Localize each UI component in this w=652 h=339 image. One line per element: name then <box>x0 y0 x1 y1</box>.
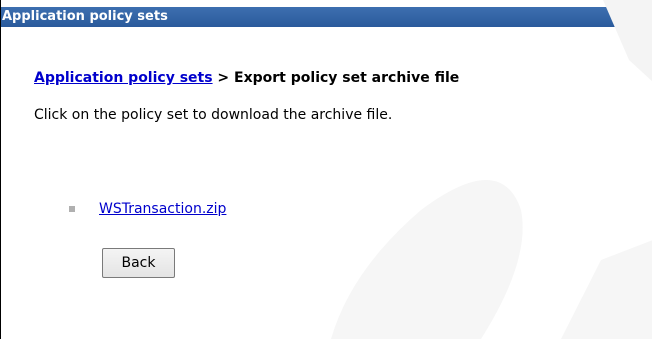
instruction-text: Click on the policy set to download the … <box>34 107 393 123</box>
watermark-shape <box>331 0 652 339</box>
page-title: Application policy sets <box>2 9 168 24</box>
breadcrumb-link-application-policy-sets[interactable]: Application policy sets <box>34 70 213 86</box>
file-download-link[interactable]: WSTransaction.zip <box>99 201 226 217</box>
list-item: WSTransaction.zip <box>69 201 226 217</box>
console-frame: Application policy sets Application poli… <box>0 0 652 339</box>
breadcrumb-separator: > <box>212 70 235 86</box>
back-button[interactable]: Back <box>102 248 175 278</box>
breadcrumb: Application policy sets > Export policy … <box>34 70 459 86</box>
page-title-bar: Application policy sets <box>1 7 652 27</box>
breadcrumb-current: Export policy set archive file <box>234 70 460 86</box>
bullet-icon <box>69 206 75 212</box>
